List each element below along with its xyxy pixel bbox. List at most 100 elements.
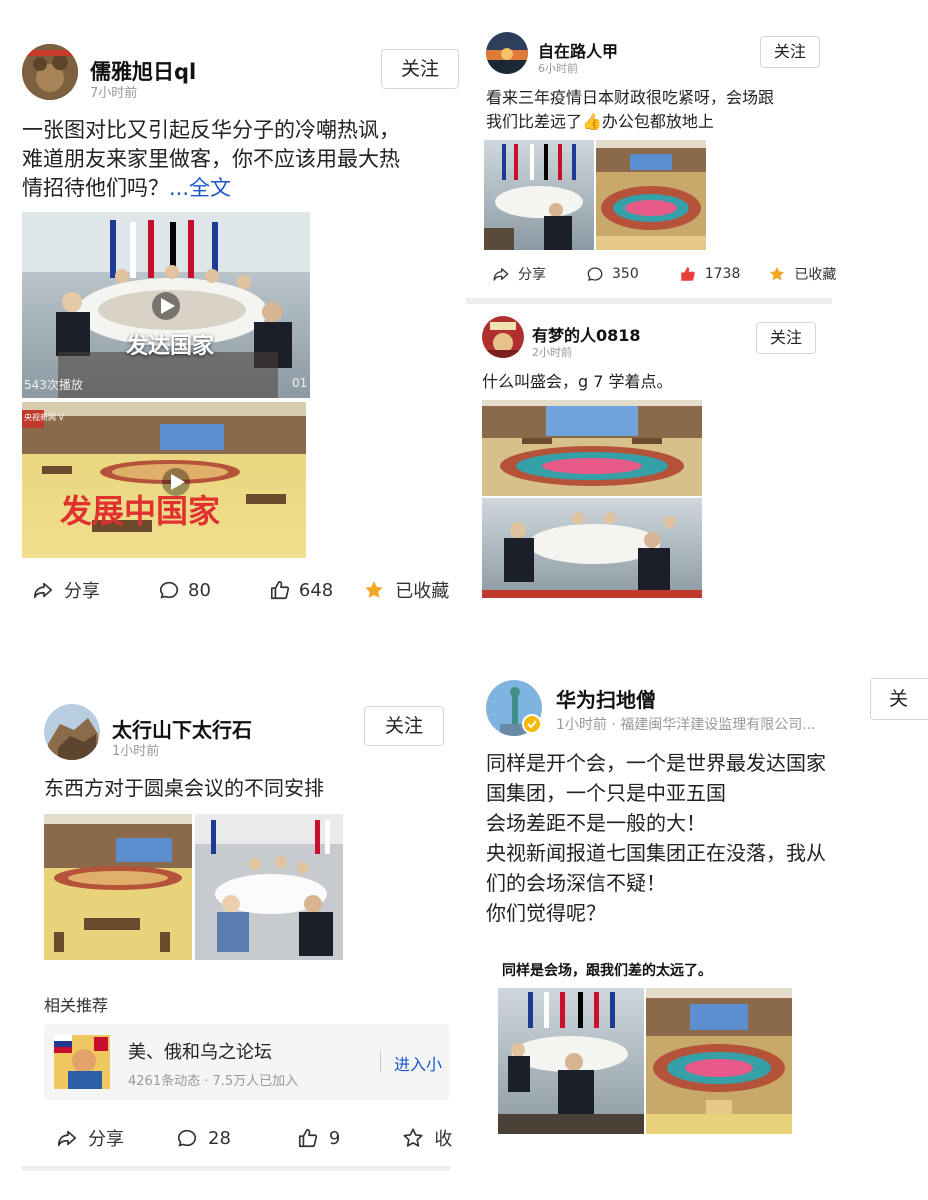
favorite-label: 收 — [434, 1129, 453, 1150]
star-icon — [403, 1128, 423, 1147]
like-button[interactable]: 1738 — [679, 265, 741, 283]
follow-button[interactable]: 关注 — [381, 49, 459, 89]
avatar[interactable] — [44, 704, 100, 760]
share-button[interactable]: 分享 — [32, 577, 100, 603]
comment-count: 28 — [208, 1127, 231, 1149]
favorite-button[interactable]: 收 — [402, 1125, 452, 1151]
post-text-line: 一张图对比又引起反华分子的冷嘲热讽， — [22, 118, 400, 142]
post-text: 同样是开个会，一个是世界最发达国家 国集团，一个只是中亚五国 会场差距不是一般的… — [486, 748, 826, 928]
follow-button[interactable]: 关注 — [760, 36, 820, 68]
username[interactable]: 自在路人甲 — [538, 38, 618, 62]
post-image-g7[interactable] — [195, 814, 343, 960]
post-text-line: 央视新闻报道七国集团正在没落，我从 — [486, 841, 826, 865]
post-card-4: 太行山下太行石 1小时前 关注 东西方对于圆桌会议的不同安排 相关推荐 美、俄和… — [0, 680, 462, 1180]
post-card-2: 自在路人甲 6小时前 关注 看来三年疫情日本财政很吃紧呀，会场跟 我们比差远了👍… — [466, 0, 836, 300]
post-image-g7[interactable] — [484, 140, 594, 250]
post-text-line: 国集团，一个只是中亚五国 — [486, 781, 726, 805]
share-button[interactable]: 分享 — [492, 264, 546, 284]
video-developing-countries[interactable]: 发展中国家 央视新闻 V — [22, 402, 306, 558]
comment-button[interactable]: 28 — [176, 1127, 231, 1149]
like-button[interactable]: 9 — [297, 1127, 340, 1149]
avatar[interactable] — [482, 316, 524, 358]
favorite-label: 已收藏 — [794, 267, 837, 283]
post-text: 看来三年疫情日本财政很吃紧呀，会场跟 我们比差远了👍办公包都放地上 — [486, 86, 774, 134]
post-image-comparison[interactable]: 同样是会场，跟我们差的太远了。 — [486, 952, 796, 1138]
share-label: 分享 — [518, 267, 546, 283]
share-icon — [57, 1130, 77, 1147]
username[interactable]: 太行山下太行石 — [112, 714, 252, 743]
comment-button[interactable]: 80 — [158, 579, 211, 601]
action-bar: 分享 80 648 已收藏 — [32, 578, 449, 602]
star-icon — [770, 266, 785, 281]
group-name: 美、俄和乌之论坛 — [128, 1042, 272, 1063]
group-stats: 4261条动态 · 7.5万人已加入 — [128, 1074, 299, 1089]
video-developed-countries[interactable]: 发达国家 543次播放 01 — [22, 212, 310, 398]
post-card-5: 华为扫地僧 1小时前 · 福建闽华洋建设监理有限公司... 关 同样是开个会，一… — [466, 660, 928, 1180]
follow-button[interactable]: 关注 — [756, 322, 816, 354]
like-icon — [270, 580, 290, 600]
video-label: 发达国家 — [126, 334, 215, 359]
post-text-line: 们的会场深信不疑！ — [486, 871, 666, 895]
related-title: 相关推荐 — [44, 996, 109, 1015]
follow-button[interactable]: 关注 — [364, 706, 444, 746]
like-button[interactable]: 648 — [269, 579, 333, 601]
comment-icon — [177, 1129, 197, 1147]
post-text: 一张图对比又引起反华分子的冷嘲热讽， 难道朋友来家里做客，你不应该用最大热 情招… — [22, 116, 400, 203]
like-count: 648 — [298, 579, 334, 601]
post-text-line: 东西方对于圆桌会议的不同安排 — [44, 776, 324, 800]
like-count: 9 — [328, 1127, 341, 1149]
action-bar: 分享 350 1738 已收藏 — [492, 264, 836, 284]
verified-icon — [522, 714, 542, 734]
share-icon — [493, 268, 509, 281]
post-text-line: 我们比差远了👍办公包都放地上 — [486, 112, 714, 131]
comment-icon — [159, 581, 179, 599]
post-time: 1小时前 — [112, 744, 160, 759]
channel-badge: 央视新闻 V — [24, 413, 65, 422]
post-image-g7[interactable] — [482, 498, 702, 598]
enter-group-link[interactable]: 进入小 — [394, 1051, 442, 1075]
group-avatar — [54, 1035, 110, 1089]
follow-button[interactable]: 关 — [870, 678, 928, 720]
avatar[interactable] — [486, 32, 528, 74]
favorite-label: 已收藏 — [395, 581, 450, 602]
comment-button[interactable]: 350 — [586, 265, 639, 283]
post-text-line: 你们觉得呢？ — [486, 901, 606, 925]
like-count: 1738 — [704, 266, 741, 282]
video-label: 发展中国家 — [60, 492, 221, 530]
post-time: 7小时前 — [90, 86, 138, 101]
comment-icon — [587, 267, 603, 281]
like-icon — [298, 1128, 318, 1148]
post-card-1: 儒雅旭日ql 7小时前 关注 一张图对比又引起反华分子的冷嘲热讽， 难道朋友来家… — [0, 0, 462, 640]
action-bar: 分享 28 9 收 — [56, 1126, 452, 1150]
post-text: 什么叫盛会，g 7 学着点。 — [482, 370, 673, 394]
read-more-link[interactable]: ...全文 — [169, 176, 231, 200]
post-image-hall[interactable] — [44, 814, 192, 960]
like-icon — [680, 267, 695, 281]
video-duration: 01 — [292, 376, 308, 390]
star-icon — [365, 581, 383, 598]
related-group-card[interactable]: 美、俄和乌之论坛 4261条动态 · 7.5万人已加入 进入小 — [44, 1024, 450, 1100]
play-count: 543次播放 — [24, 378, 83, 392]
post-time: 6小时前 — [538, 62, 578, 75]
post-text-line: 难道朋友来家里做客，你不应该用最大热 — [22, 147, 400, 171]
favorite-button[interactable]: 已收藏 — [363, 577, 449, 603]
post-divider — [466, 298, 832, 304]
image-caption: 同样是会场，跟我们差的太远了。 — [502, 963, 712, 979]
post-time: 2小时前 — [532, 346, 572, 359]
share-icon — [33, 582, 53, 599]
post-text-line: 同样是开个会，一个是世界最发达国家 — [486, 751, 826, 775]
username[interactable]: 华为扫地僧 — [556, 684, 656, 713]
share-label: 分享 — [88, 1129, 124, 1150]
username[interactable]: 有梦的人0818 — [532, 322, 641, 346]
share-label: 分享 — [64, 581, 100, 602]
share-button[interactable]: 分享 — [56, 1125, 124, 1151]
post-card-3: 有梦的人0818 2小时前 关注 什么叫盛会，g 7 学着点。 — [466, 306, 836, 606]
post-image-hall[interactable] — [596, 140, 706, 250]
post-image-hall[interactable] — [482, 400, 702, 496]
post-divider — [22, 1166, 450, 1171]
favorite-button[interactable]: 已收藏 — [768, 264, 836, 284]
avatar[interactable] — [22, 44, 78, 100]
comment-count: 80 — [188, 579, 211, 601]
post-text-line: 什么叫盛会，g 7 学着点。 — [482, 372, 673, 391]
post-text-line: 看来三年疫情日本财政很吃紧呀，会场跟 — [486, 88, 775, 107]
